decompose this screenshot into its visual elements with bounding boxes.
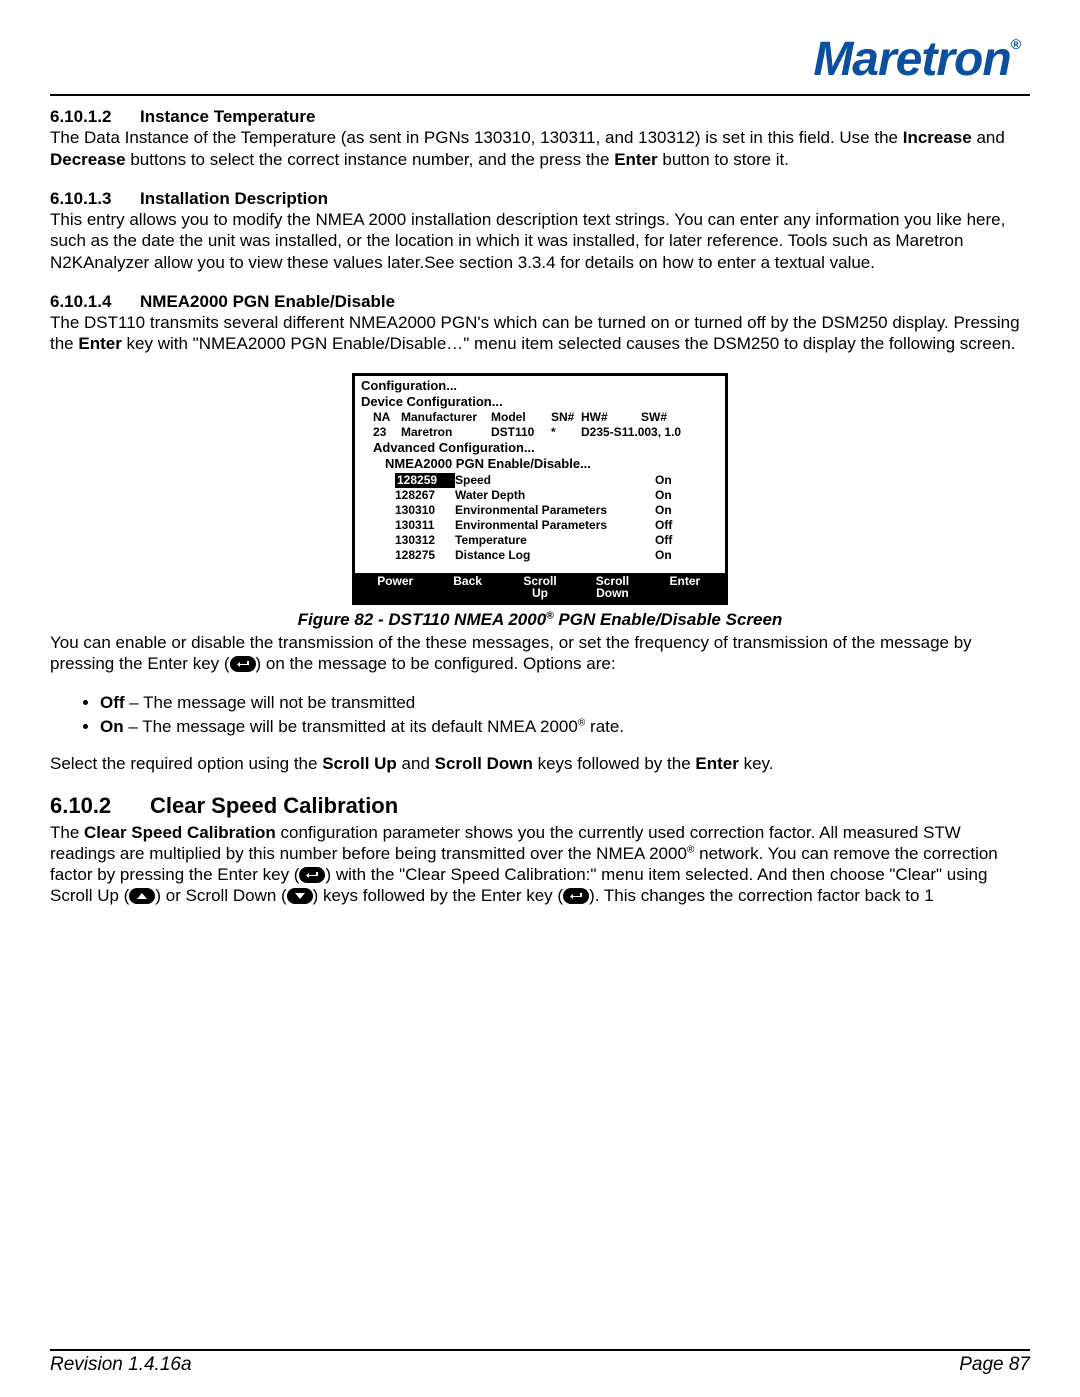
pgn-row: 128275Distance LogOn <box>355 548 725 563</box>
pgn-row: 128267Water DepthOn <box>355 488 725 503</box>
screen-btn-scroll-up: ScrollUp <box>504 575 576 600</box>
list-item: On – The message will be transmitted at … <box>100 716 1030 737</box>
section-body: The Clear Speed Calibration configuratio… <box>50 822 1030 907</box>
enter-key-icon <box>563 888 589 904</box>
scroll-up-key-icon <box>129 888 155 904</box>
list-item: Off – The message will not be transmitte… <box>100 692 1030 713</box>
section-body: The DST110 transmits several different N… <box>50 312 1030 355</box>
page-footer: Revision 1.4.16a Page 87 <box>50 1349 1030 1377</box>
paragraph: You can enable or disable the transmissi… <box>50 632 1030 675</box>
section-heading: 6.10.2Clear Speed Calibration <box>50 792 1030 820</box>
screen-device-row: 23 Maretron DST110 * D235-S11.003, 1.0 <box>355 425 725 440</box>
section-heading: 6.10.1.2Instance Temperature <box>50 106 1030 127</box>
section-heading: 6.10.1.3Installation Description <box>50 188 1030 209</box>
screen-line: Advanced Configuration... <box>355 440 725 456</box>
screen-column-header: NA Manufacturer Model SN# HW# SW# <box>355 410 725 425</box>
screen-btn-back: Back <box>431 575 503 600</box>
figure-caption: Figure 82 - DST110 NMEA 2000® PGN Enable… <box>50 609 1030 630</box>
revision-label: Revision 1.4.16a <box>50 1353 192 1377</box>
pgn-row: 130312TemperatureOff <box>355 533 725 548</box>
section-body: The Data Instance of the Temperature (as… <box>50 127 1030 170</box>
screen-btn-enter: Enter <box>649 575 721 600</box>
pgn-row: 128259SpeedOn <box>355 473 725 488</box>
section-heading: 6.10.1.4NMEA2000 PGN Enable/Disable <box>50 291 1030 312</box>
screen-btn-scroll-down: ScrollDown <box>576 575 648 600</box>
screen-line: Device Configuration... <box>355 394 725 410</box>
page-number: Page 87 <box>959 1353 1030 1377</box>
pgn-row: 130310Environmental ParametersOn <box>355 503 725 518</box>
scroll-down-key-icon <box>287 888 313 904</box>
screen-button-row: Power Back ScrollUp ScrollDown Enter <box>355 573 725 602</box>
pgn-row: 130311Environmental ParametersOff <box>355 518 725 533</box>
screen-line: Configuration... <box>355 378 725 394</box>
enter-key-icon <box>230 656 256 672</box>
section-body: This entry allows you to modify the NMEA… <box>50 209 1030 273</box>
paragraph: Select the required option using the Scr… <box>50 753 1030 774</box>
options-list: Off – The message will not be transmitte… <box>100 692 1030 737</box>
enter-key-icon <box>299 867 325 883</box>
screen-btn-power: Power <box>359 575 431 600</box>
header: Maretron® <box>50 30 1030 96</box>
figure-screen: Configuration... Device Configuration...… <box>50 373 1030 605</box>
screen-line: NMEA2000 PGN Enable/Disable... <box>355 456 725 472</box>
brand-logo: Maretron® <box>813 30 1030 90</box>
